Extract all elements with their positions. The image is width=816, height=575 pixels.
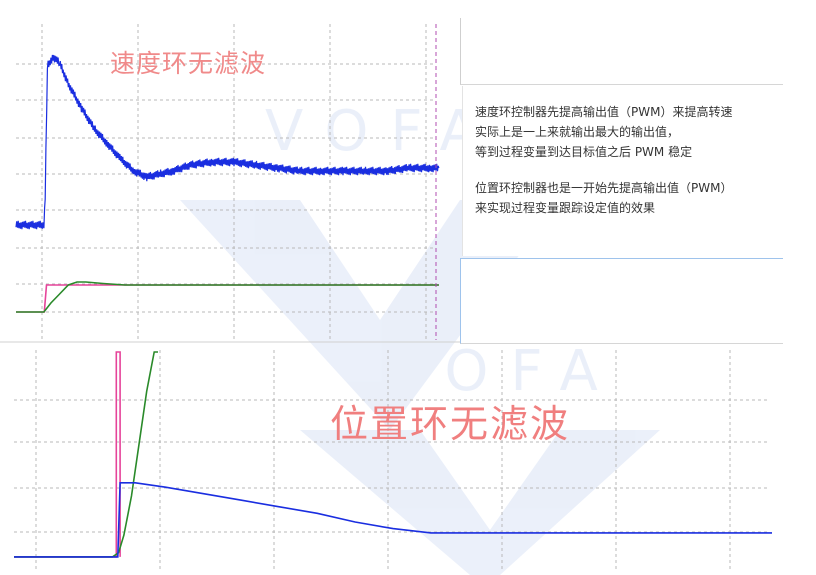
speed-loop-title: 速度环无滤波: [110, 49, 267, 78]
position-loop-title: 位置环无滤波: [330, 402, 571, 446]
note-line-1: 速度环控制器先提高输出值（PWM）来提高转速: [475, 105, 733, 119]
note-line-4: 位置环控制器也是一开始先提高输出值（PWM）: [475, 181, 733, 195]
explanation-note: 速度环控制器先提高输出值（PWM）来提高转速 实际上是一上来就输出最大的输出值，…: [462, 86, 781, 256]
legend-panel-top: [460, 18, 783, 85]
note-line-5: 来实现过程变量跟踪设定值的效果: [475, 201, 656, 215]
note-line-3: 等到过程变量到达目标值之后 PWM 稳定: [475, 145, 693, 159]
legend-panel-bottom: [460, 258, 783, 344]
note-line-2: 实际上是一上来就输出最大的输出值，: [475, 125, 680, 139]
